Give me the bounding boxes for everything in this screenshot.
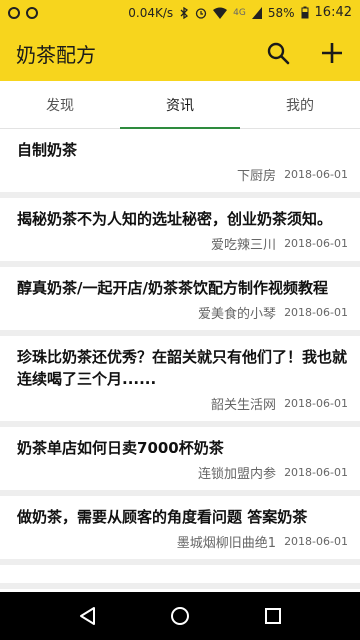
- tab-bar: 发现 资讯 我的: [0, 81, 360, 129]
- news-date: 2018-06-01: [284, 466, 348, 479]
- news-feed[interactable]: 自制奶茶 下厨房 2018-06-01 揭秘奶茶不为人知的选址秘密，创业奶茶须知…: [0, 129, 360, 591]
- back-button[interactable]: [67, 596, 107, 636]
- home-button[interactable]: [160, 596, 200, 636]
- news-item[interactable]: 做奶茶，需要从顾客的角度看问题 答案奶茶 墨城烟柳旧曲绝1 2018-06-01: [0, 496, 360, 565]
- news-title: 自制奶茶: [17, 141, 78, 159]
- search-icon: [267, 42, 290, 65]
- recents-icon: [265, 608, 282, 624]
- system-nav-bar: [0, 592, 360, 640]
- news-item[interactable]: 醇真奶茶/一起开店/奶茶茶饮配方制作视频教程 爱美食的小琴 2018-06-01: [0, 267, 360, 336]
- app-title: 奶茶配方: [16, 42, 96, 67]
- network-type: 4G: [233, 7, 246, 18]
- add-icon: [322, 43, 342, 63]
- news-date: 2018-06-01: [284, 535, 348, 548]
- news-source: 下厨房: [237, 169, 277, 184]
- battery-icon: [301, 6, 309, 19]
- battery-percent: 58%: [267, 5, 295, 20]
- bluetooth-icon: [180, 6, 189, 19]
- tab-mine[interactable]: 我的: [240, 81, 360, 128]
- news-date: 2018-06-01: [284, 168, 348, 181]
- news-item[interactable]: 揭秘奶茶不为人知的选址秘密，创业奶茶须知。 爱吃辣三川 2018-06-01: [0, 198, 360, 267]
- news-date: 2018-06-01: [284, 397, 348, 410]
- add-button[interactable]: [318, 39, 346, 67]
- news-source: 墨城烟柳旧曲绝1: [176, 536, 277, 551]
- network-speed: 0.04K/s: [128, 5, 174, 20]
- news-title: 做奶茶，需要从顾客的角度看问题 答案奶茶: [17, 508, 308, 526]
- news-date: 2018-06-01: [284, 306, 348, 319]
- news-item[interactable]: 奶茶单店如何日卖7000杯奶茶 连锁加盟内参 2018-06-01: [0, 427, 360, 496]
- recents-button[interactable]: [253, 596, 293, 636]
- news-title: 揭秘奶茶不为人知的选址秘密，创业奶茶须知。: [17, 210, 333, 228]
- alarm-icon: [196, 7, 207, 19]
- tab-news[interactable]: 资讯: [120, 81, 240, 129]
- news-title: 奶茶单店如何日卖7000杯奶茶: [17, 439, 224, 457]
- sync-icon: [26, 6, 38, 19]
- news-title: 醇真奶茶/一起开店/奶茶茶饮配方制作视频教程: [17, 279, 328, 297]
- news-date: 2018-06-01: [284, 237, 348, 250]
- news-item[interactable]: 珍珠比奶茶还优秀？在韶关就只有他们了！我也就连续喝了三个月...... 韶关生活…: [0, 336, 360, 427]
- status-bar: 0.04K/s 4G 58% 16:42: [0, 0, 360, 25]
- signal-icon: [251, 6, 262, 19]
- back-icon: [79, 607, 95, 625]
- news-source: 韶关生活网: [211, 398, 277, 413]
- home-icon: [170, 607, 189, 625]
- clock: 16:42: [314, 5, 352, 20]
- tab-discover[interactable]: 发现: [0, 81, 120, 128]
- search-button[interactable]: [264, 39, 292, 67]
- notification-icon: [8, 6, 20, 19]
- news-title: 珍珠比奶茶还优秀？在韶关就只有他们了！我也就连续喝了三个月......: [17, 348, 348, 388]
- news-item[interactable]: 自制奶茶 下厨房 2018-06-01: [0, 129, 360, 198]
- news-source: 爱吃辣三川: [211, 238, 277, 253]
- wifi-icon: [213, 7, 228, 19]
- news-source: 爱美食的小琴: [198, 307, 277, 322]
- news-item[interactable]: [0, 565, 360, 589]
- app-bar: 奶茶配方: [0, 25, 360, 81]
- news-source: 连锁加盟内参: [198, 467, 277, 482]
